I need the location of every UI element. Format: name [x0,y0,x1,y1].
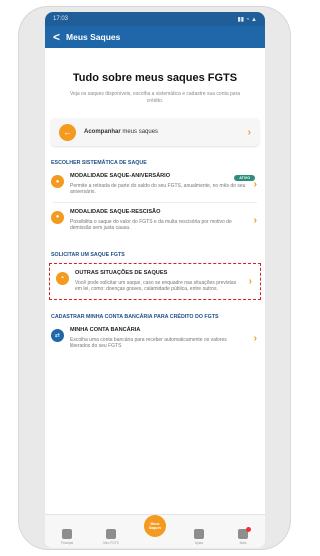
acompanhar-saques-button[interactable]: ← Acompanhar meus saques › [51,118,259,146]
acompanhar-bold: Acompanhar [84,129,121,135]
nav-meus-saques[interactable]: Meus Saques [137,515,173,545]
fgts-icon [106,529,116,539]
nav-label: Principal [60,541,74,545]
modalidade-rescisao-card[interactable]: ● MODALIDADE SAQUE-RESCISÃO Possibilita … [45,203,265,238]
status-bar: 17:03 ▮▮ ◔ ▲ [45,12,265,26]
arrow-left-icon: ← [59,123,76,141]
nav-meu-fgts[interactable]: Meu FGTS [93,529,129,545]
chevron-right-icon: › [253,178,257,190]
nav-meus-saques-label: Meus Saques [144,515,166,537]
nav-mais[interactable]: Mais [225,527,261,545]
card-title: MODALIDADE SAQUE-ANIVERSÁRIO [70,173,171,179]
app-bar: < Meus Saques [45,26,265,48]
nav-label: Ajuda [194,541,204,545]
home-icon [62,529,72,539]
hero: Tudo sobre meus saques FGTS Veja os saqu… [45,48,265,110]
hero-title: Tudo sobre meus saques FGTS [72,72,238,84]
chevron-right-icon: › [248,275,252,287]
chevron-right-icon: › [253,332,257,344]
card-description: Permite a retirada de parte do saldo do … [70,182,246,196]
status-badge: ATIVO [234,175,255,181]
status-time: 17:03 [53,16,69,22]
status-icons: ▮▮ ◔ ▲ [237,16,258,23]
outras-situacoes-card[interactable]: ▪ OUTRAS SITUAÇÕES DE SAQUES Você pode s… [50,264,260,299]
card-description: Escolha uma conta bancária para receber … [70,336,227,350]
hero-subtitle: Veja os saques disponíveis, escolha a si… [69,91,241,104]
nav-label: Mais [239,541,247,545]
chevron-right-icon: › [247,126,251,138]
card-title: MINHA CONTA BANCÁRIA [70,326,141,333]
swap-icon: ⇄ [51,328,64,342]
section-cadastrar: CADASTRAR MINHA CONTA BANCÁRIA PARA CRÉD… [51,313,219,320]
card-title: OUTRAS SITUAÇÕES DE SAQUES [75,269,168,276]
acompanhar-label: Acompanhar meus saques [84,129,240,135]
modalidade-aniversario-card[interactable]: ● MODALIDADE SAQUE-ANIVERSÁRIO Permite a… [45,167,265,202]
chevron-right-icon: › [253,214,257,226]
app-screen: 17:03 ▮▮ ◔ ▲ < Meus Saques Tudo sobre me… [45,12,265,548]
section-solicitar: SOLICITAR UM SAQUE FGTS [51,251,125,258]
card-description: Possibilita o saque do valor do FGTS e d… [70,218,232,232]
document-icon: ▪ [56,271,69,285]
back-icon[interactable]: < [53,31,60,43]
nav-label: Meu FGTS [103,541,119,545]
page-title: Meus Saques [66,32,121,42]
nav-principal[interactable]: Principal [49,529,85,545]
card-title: MODALIDADE SAQUE-RESCISÃO [70,208,161,215]
highlight-box: ▪ OUTRAS SITUAÇÕES DE SAQUES Você pode s… [49,262,261,300]
minha-conta-bancaria-card[interactable]: ⇄ MINHA CONTA BANCÁRIA Escolha uma conta… [45,321,265,356]
acompanhar-rest: meus saques [120,129,159,135]
bottom-nav: Principal Meu FGTS Meus Saques Ajuda Mai… [45,514,265,548]
help-icon [194,529,204,539]
notification-dot [246,527,251,532]
calendar-icon: ● [51,175,64,188]
section-escolher: ESCOLHER SISTEMÁTICA DE SAQUE [51,160,147,166]
money-icon: ● [51,210,64,224]
nav-ajuda[interactable]: Ajuda [181,529,217,545]
card-description: Você pode solicitar um saque, caso se en… [75,279,237,293]
